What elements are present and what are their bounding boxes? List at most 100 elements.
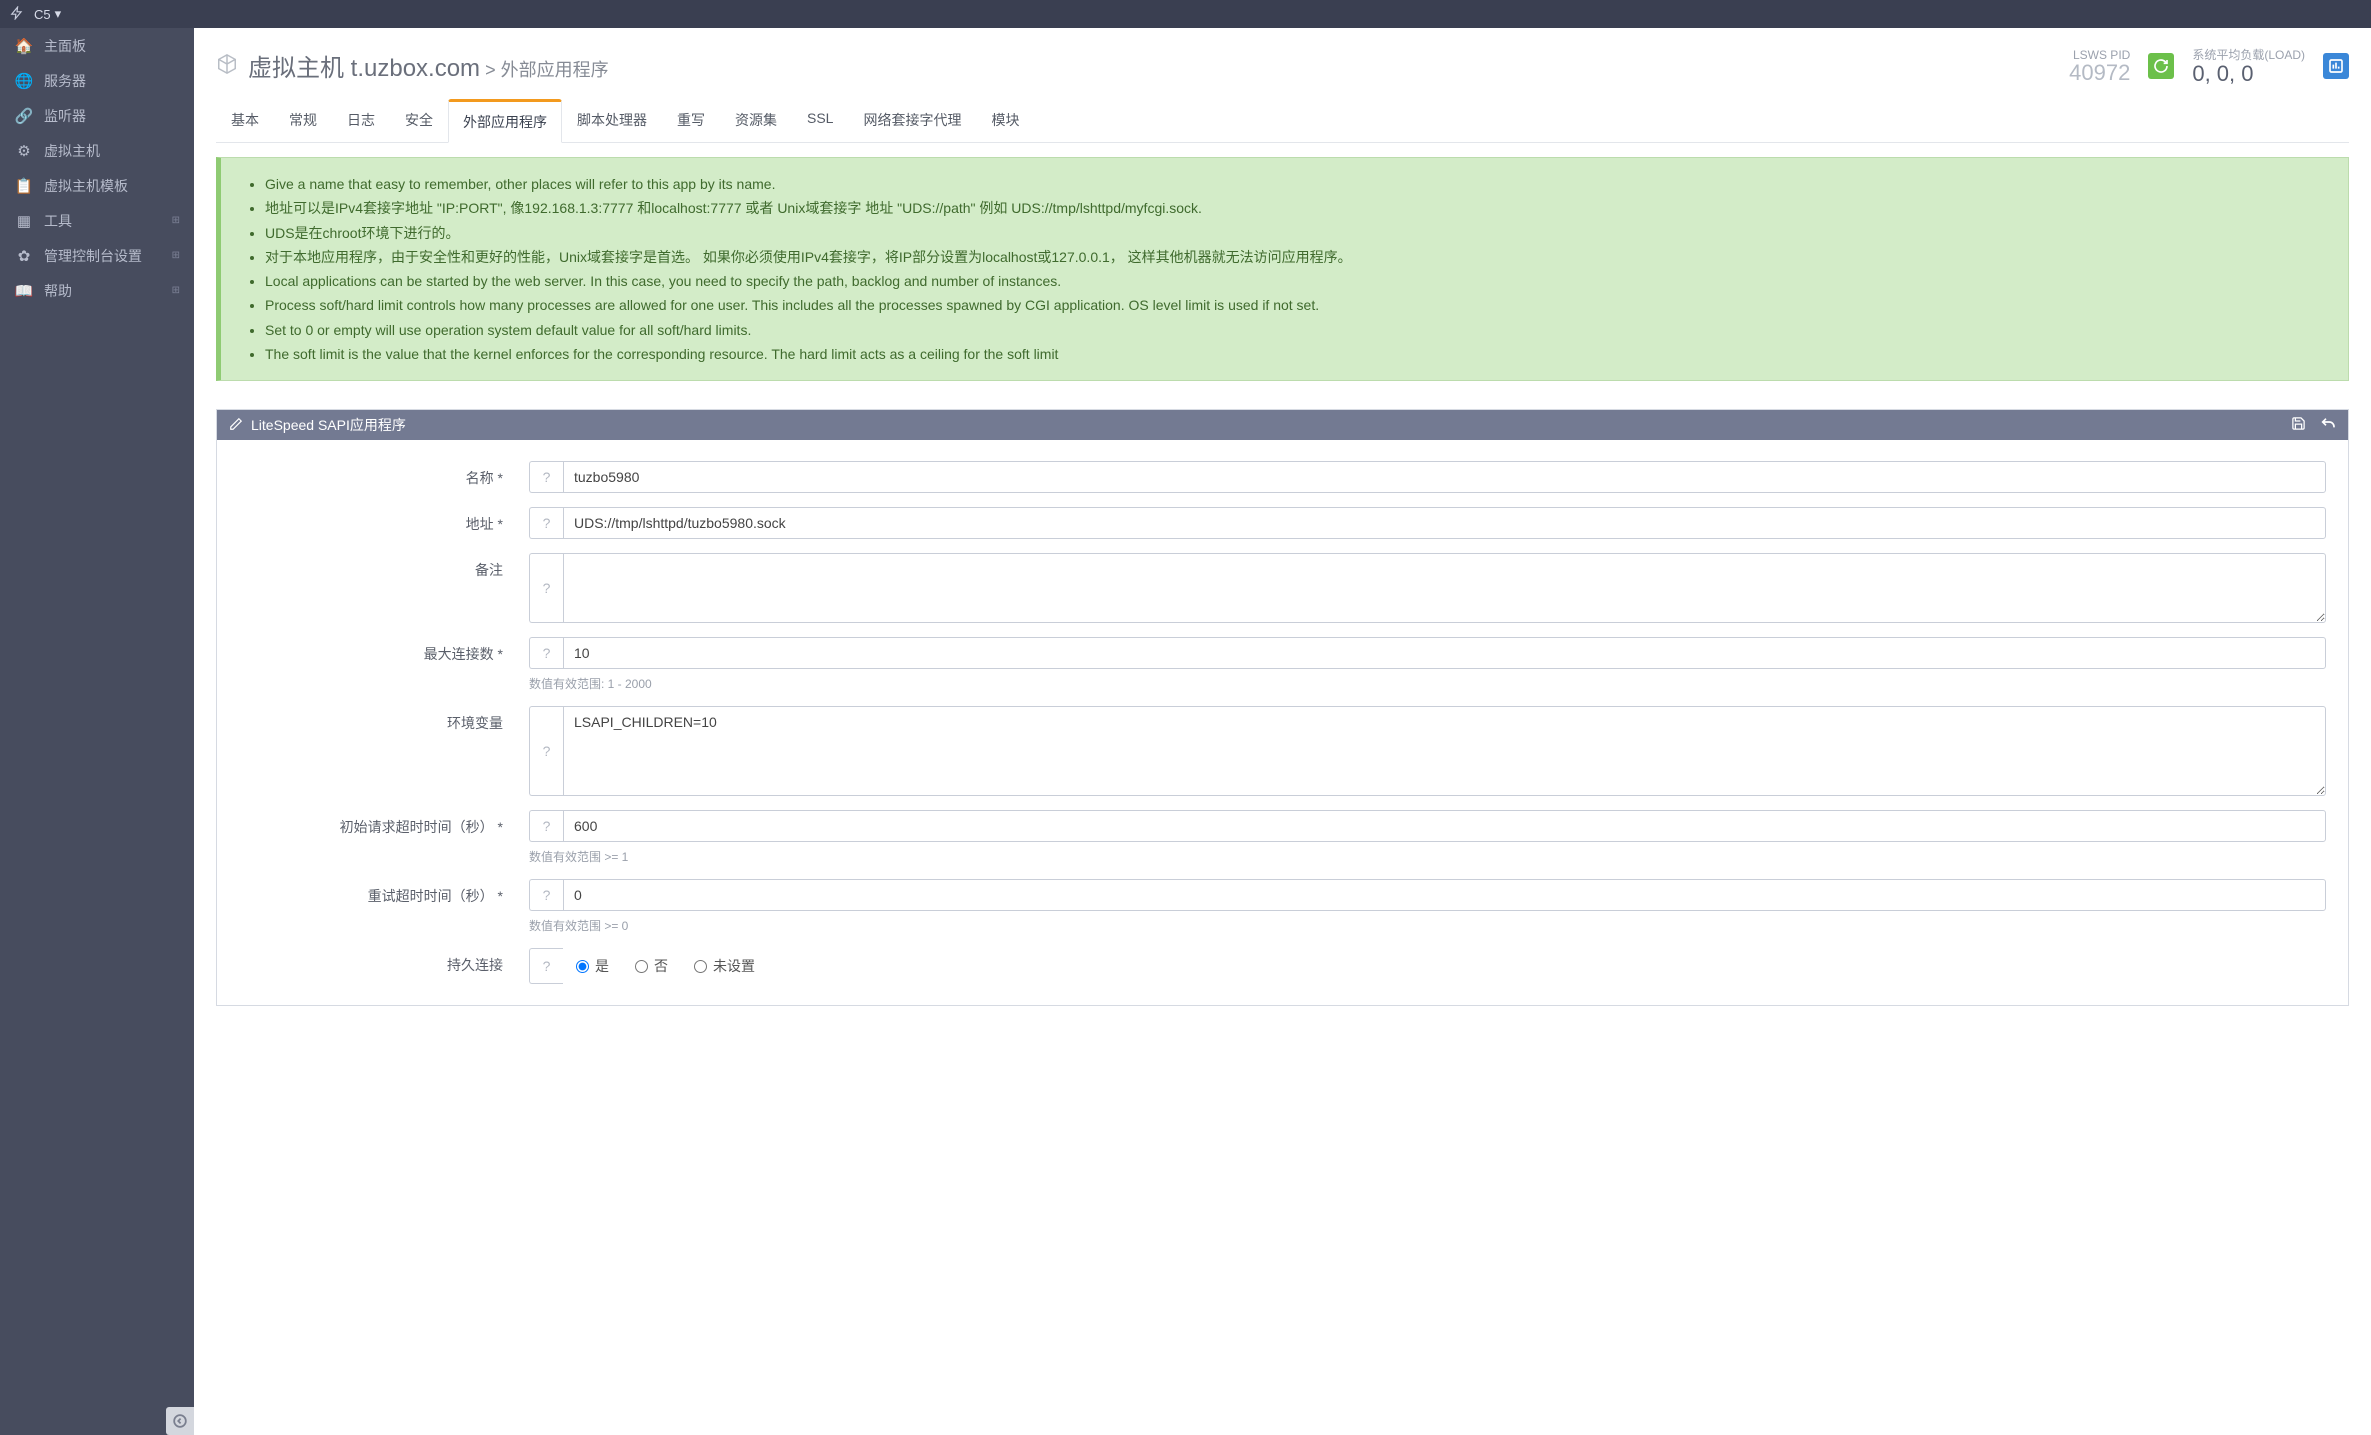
edit-icon xyxy=(229,417,243,434)
sidebar-item-label: 工具 xyxy=(44,211,72,231)
header-status: LSWS PID 40972 系统平均负载(LOAD) 0, 0, 0 xyxy=(2069,46,2349,85)
expand-icon: ⊞ xyxy=(172,285,180,296)
sidebar-item-label: 主面板 xyxy=(44,36,86,56)
breadcrumb: 虚拟主机 t.uzbox.com > 外部应用程序 xyxy=(248,48,609,83)
info-item: 地址可以是IPv4套接字地址 "IP:PORT", 像192.168.1.3:7… xyxy=(265,196,2328,220)
grid-icon: ▦ xyxy=(14,212,34,230)
sidebar-item-tools[interactable]: ▦ 工具 ⊞ xyxy=(0,203,194,238)
sidebar-item-label: 虚拟主机模板 xyxy=(44,176,128,196)
keepalive-radio-group: 是 否 未设置 xyxy=(564,956,2325,976)
maxconn-input[interactable] xyxy=(563,637,2326,669)
sidebar-item-dashboard[interactable]: 🏠 主面板 xyxy=(0,28,194,63)
main-content: 虚拟主机 t.uzbox.com > 外部应用程序 LSWS PID 40972… xyxy=(194,28,2371,1435)
maxconn-label: 最大连接数 * xyxy=(239,637,529,664)
retryto-label: 重试超时时间（秒） * xyxy=(239,879,529,906)
book-icon: 📖 xyxy=(14,282,34,300)
sidebar-item-label: 服务器 xyxy=(44,71,86,91)
page-header: 虚拟主机 t.uzbox.com > 外部应用程序 LSWS PID 40972… xyxy=(194,28,2371,85)
tab-ssl[interactable]: SSL xyxy=(792,99,848,142)
tab-context[interactable]: 资源集 xyxy=(720,99,792,142)
host-dropdown[interactable]: C5 ▾ xyxy=(34,6,61,22)
sidebar-item-listener[interactable]: 🔗 监听器 xyxy=(0,98,194,133)
restart-button[interactable] xyxy=(2148,53,2174,79)
tab-security[interactable]: 安全 xyxy=(390,99,448,142)
address-label: 地址 * xyxy=(239,507,529,534)
sidebar-collapse-button[interactable] xyxy=(166,1407,194,1435)
info-item: Set to 0 or empty will use operation sys… xyxy=(265,318,2328,342)
sidebar-item-vhost-tpl[interactable]: 📋 虚拟主机模板 xyxy=(0,168,194,203)
info-box: Give a name that easy to remember, other… xyxy=(216,157,2349,381)
maxconn-hint: 数值有效范围: 1 - 2000 xyxy=(529,675,2326,692)
radio-yes[interactable]: 是 xyxy=(576,956,609,976)
tab-scripthandler[interactable]: 脚本处理器 xyxy=(562,99,662,142)
globe-icon: 🌐 xyxy=(14,72,34,90)
clipboard-icon: 📋 xyxy=(14,177,34,195)
back-button[interactable] xyxy=(2320,416,2336,435)
env-label: 环境变量 xyxy=(239,706,529,733)
page-title: 虚拟主机 t.uzbox.com xyxy=(248,55,480,82)
initto-hint: 数值有效范围 >= 1 xyxy=(529,848,2326,865)
panel-header: LiteSpeed SAPI应用程序 xyxy=(217,410,2348,440)
sidebar-item-label: 监听器 xyxy=(44,106,86,126)
top-bar: C5 ▾ xyxy=(0,0,2371,28)
cog-icon: ✿ xyxy=(14,247,34,265)
info-item: Local applications can be started by the… xyxy=(265,269,2328,293)
help-icon[interactable]: ? xyxy=(529,637,563,669)
tab-bar: 基本 常规 日志 安全 外部应用程序 脚本处理器 重写 资源集 SSL 网络套接… xyxy=(216,99,2349,143)
sidebar-item-help[interactable]: 📖 帮助 ⊞ xyxy=(0,273,194,308)
address-input[interactable] xyxy=(563,507,2326,539)
sidebar-item-label: 帮助 xyxy=(44,281,72,301)
sidebar-item-vhost[interactable]: ⚙虚拟主机 xyxy=(0,133,194,168)
note-label: 备注 xyxy=(239,553,529,580)
radio-no-input[interactable] xyxy=(635,960,648,973)
cube-icon xyxy=(216,53,238,78)
tab-modules[interactable]: 模块 xyxy=(976,99,1034,142)
note-input[interactable] xyxy=(563,553,2326,623)
realtime-stats-button[interactable] xyxy=(2323,53,2349,79)
tab-log[interactable]: 日志 xyxy=(332,99,390,142)
info-item: The soft limit is the value that the ker… xyxy=(265,342,2328,366)
name-label: 名称 * xyxy=(239,461,529,488)
load-block: 系统平均负载(LOAD) 0, 0, 0 xyxy=(2192,46,2305,85)
pid-block: LSWS PID 40972 xyxy=(2069,48,2130,84)
radio-no[interactable]: 否 xyxy=(635,956,668,976)
sidebar-item-admin[interactable]: ✿管理控制台设置⊞ xyxy=(0,238,194,273)
tab-websocket[interactable]: 网络套接字代理 xyxy=(848,99,976,142)
initto-input[interactable] xyxy=(563,810,2326,842)
info-item: UDS是在chroot环境下进行的。 xyxy=(265,221,2328,245)
pid-value: 40972 xyxy=(2069,62,2130,84)
panel-title: LiteSpeed SAPI应用程序 xyxy=(251,415,406,435)
sidebar-item-server[interactable]: 🌐 服务器 xyxy=(0,63,194,98)
home-icon: 🏠 xyxy=(14,37,34,55)
edit-panel: LiteSpeed SAPI应用程序 名称 * ? 地址 * xyxy=(216,409,2349,1006)
gears-icon: ⚙ xyxy=(14,142,34,160)
radio-unset[interactable]: 未设置 xyxy=(694,956,755,976)
retryto-hint: 数值有效范围 >= 0 xyxy=(529,917,2326,934)
radio-unset-input[interactable] xyxy=(694,960,707,973)
name-input[interactable] xyxy=(563,461,2326,493)
sidebar: 🏠 主面板 🌐 服务器 🔗 监听器 ⚙虚拟主机 📋 虚拟主机模板 ▦ 工具 ⊞ ✿ 管理控制台… xyxy=(0,28,194,1435)
help-icon[interactable]: ? xyxy=(529,879,563,911)
help-icon[interactable]: ? xyxy=(529,948,563,984)
initto-label: 初始请求超时时间（秒） * xyxy=(239,810,529,837)
help-icon[interactable]: ? xyxy=(529,507,563,539)
save-button[interactable] xyxy=(2291,416,2306,435)
radio-yes-input[interactable] xyxy=(576,960,589,973)
tab-extapp[interactable]: 外部应用程序 xyxy=(448,99,562,143)
retryto-input[interactable] xyxy=(563,879,2326,911)
page-subtitle: > 外部应用程序 xyxy=(480,60,609,80)
panel-body: 名称 * ? 地址 * ? 备注 ? xyxy=(217,440,2348,1005)
expand-icon: ⊞ xyxy=(172,215,180,226)
help-icon[interactable]: ? xyxy=(529,553,563,623)
help-icon[interactable]: ? xyxy=(529,810,563,842)
tab-basic[interactable]: 基本 xyxy=(216,99,274,142)
bolt-icon xyxy=(10,6,24,23)
sidebar-item-label: 管理控制台设置 xyxy=(44,246,142,266)
tab-general[interactable]: 常规 xyxy=(274,99,332,142)
sidebar-nav: 🏠 主面板 🌐 服务器 🔗 监听器 ⚙虚拟主机 📋 虚拟主机模板 ▦ 工具 ⊞ ✿ 管理控制台… xyxy=(0,28,194,1407)
tab-rewrite[interactable]: 重写 xyxy=(662,99,720,142)
help-icon[interactable]: ? xyxy=(529,706,563,796)
link-icon: 🔗 xyxy=(14,107,34,125)
env-input[interactable] xyxy=(563,706,2326,796)
help-icon[interactable]: ? xyxy=(529,461,563,493)
